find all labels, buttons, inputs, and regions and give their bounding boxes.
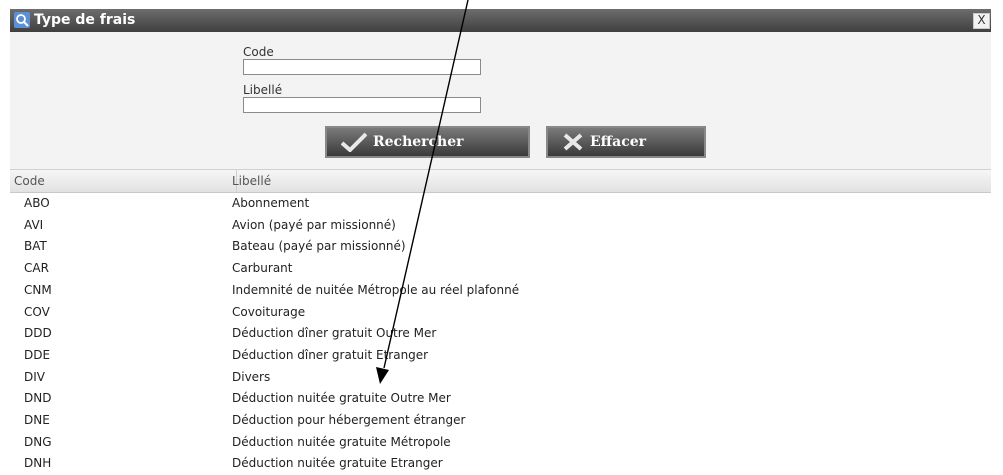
table-row[interactable]: DNH Déduction nuitée gratuite Etranger [10, 453, 991, 475]
clear-button[interactable]: Effacer [546, 126, 706, 158]
cell-libelle: Déduction dîner gratuit Etranger [232, 347, 429, 362]
cell-code: DDE [24, 347, 51, 362]
table-row[interactable]: AVI Avion (payé par missionné) [10, 215, 991, 237]
libelle-input[interactable] [243, 97, 481, 113]
header-code[interactable]: Code [14, 174, 45, 188]
table-header: Code Libellé [10, 170, 991, 193]
table-row[interactable]: CNM Indemnité de nuitée Métropole au réel… [10, 280, 991, 302]
close-icon[interactable]: X [973, 13, 990, 29]
table-row[interactable]: DNG Déduction nuitée gratuite Métropole [10, 432, 991, 454]
cell-libelle: Déduction pour hébergement étranger [232, 413, 466, 427]
cell-libelle: Covoiturage [232, 304, 306, 319]
dialog-titlebar: Type de frais X [10, 9, 991, 32]
table-row[interactable]: COV Covoiturage [10, 302, 991, 324]
table-row[interactable]: DND Déduction nuitée gratuite Outre Mer [10, 388, 991, 410]
cell-code: DNE [24, 413, 50, 427]
cell-libelle: Bateau (payé par missionné) [232, 239, 406, 254]
cell-libelle: Indemnité de nuitée Métropole au réel pl… [232, 282, 520, 297]
code-label: Code [243, 45, 274, 59]
dialog-title: Type de frais [34, 12, 136, 28]
table-row[interactable]: DDD Déduction dîner gratuit Outre Mer [10, 323, 991, 345]
table-row[interactable]: BAT Bateau (payé par missionné) [10, 236, 991, 258]
table-row[interactable]: ABO Abonnement [10, 193, 991, 215]
search-button-label: Rechercher [373, 134, 464, 150]
cell-libelle: Déduction nuitée gratuite Outre Mer [232, 391, 451, 406]
cell-code: DND [24, 391, 52, 406]
search-icon [14, 12, 30, 28]
table-row[interactable]: CAR Carburant [10, 258, 991, 280]
cell-code: ABO [24, 196, 50, 210]
table-row[interactable]: DIV Divers [10, 367, 991, 389]
cell-code: AVI [24, 217, 44, 232]
cell-libelle: Carburant [232, 261, 293, 276]
cell-code: DNH [24, 456, 52, 471]
clear-button-label: Effacer [590, 134, 647, 150]
search-button[interactable]: Rechercher [325, 126, 530, 158]
cell-libelle: Déduction dîner gratuit Outre Mer [232, 326, 437, 341]
cross-icon [563, 133, 583, 151]
cell-code: DNG [24, 434, 52, 449]
header-libelle[interactable]: Libellé [232, 174, 271, 188]
cell-libelle: Avion (payé par missionné) [232, 217, 396, 232]
libelle-label: Libellé [243, 83, 283, 97]
checkmark-icon [341, 132, 367, 152]
code-input[interactable] [243, 59, 481, 75]
table-row[interactable]: DNE Déduction pour hébergement étranger [10, 410, 991, 432]
table-row[interactable]: DDE Déduction dîner gratuit Etranger [10, 345, 991, 367]
cell-code: CAR [24, 261, 49, 276]
cell-code: DIV [24, 369, 45, 384]
cell-libelle: Abonnement [232, 196, 310, 210]
cell-code: BAT [24, 239, 47, 254]
cell-code: COV [24, 304, 50, 319]
cell-code: DDD [24, 326, 52, 341]
cell-libelle: Déduction nuitée gratuite Métropole [232, 434, 451, 449]
cell-libelle: Déduction nuitée gratuite Etranger [232, 456, 443, 471]
cell-libelle: Divers [232, 369, 271, 384]
cell-code: CNM [24, 282, 52, 297]
